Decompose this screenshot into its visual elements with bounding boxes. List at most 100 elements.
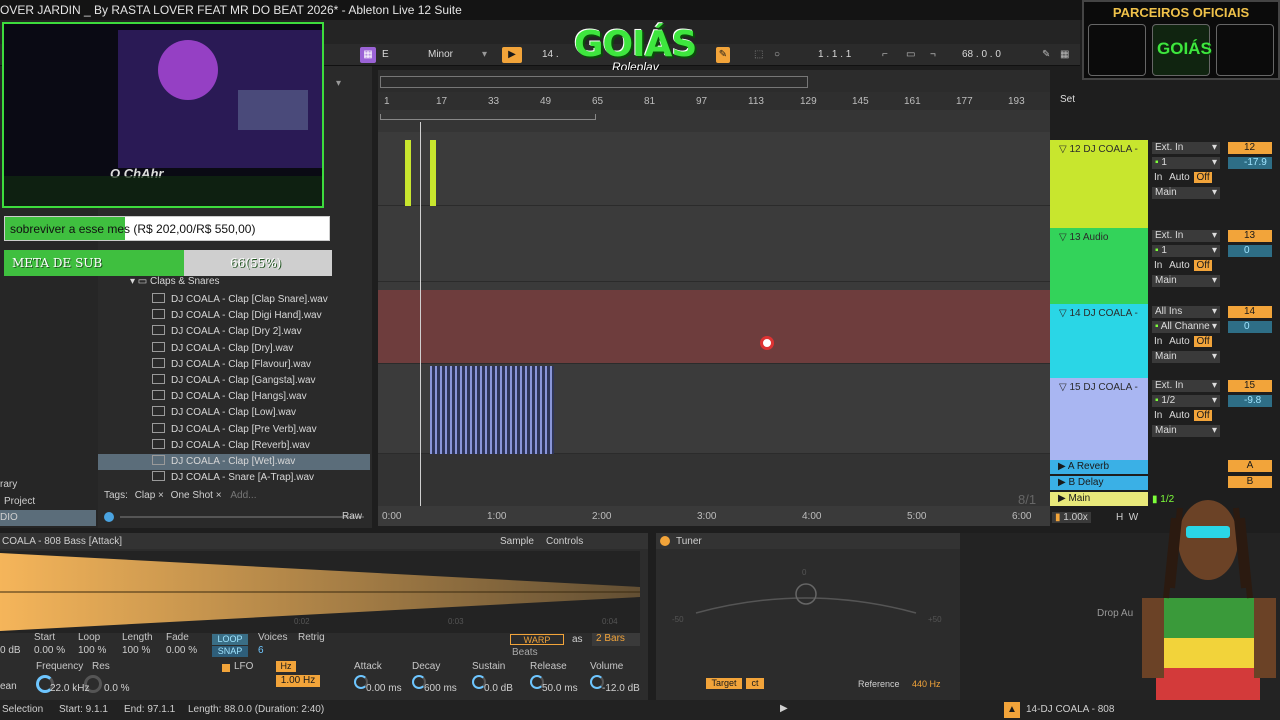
monitor-icon[interactable]: ▭ — [906, 47, 915, 63]
main-track[interactable]: ▶ Main — [1050, 492, 1148, 506]
param-value[interactable]: 0.00 % — [34, 645, 65, 656]
param-value[interactable]: 100 % — [122, 645, 150, 656]
loop-toggle[interactable]: LOOP — [212, 634, 248, 645]
track-header[interactable]: ▽ 14 DJ COALA - — [1050, 304, 1148, 378]
warp-toggle[interactable]: WARP — [510, 634, 564, 645]
loop-icon[interactable]: ⬚ — [754, 47, 763, 63]
preview-icon[interactable] — [104, 512, 114, 522]
monitor-off[interactable]: Off — [1194, 410, 1212, 421]
monitor-auto[interactable]: Auto — [1169, 336, 1190, 347]
overview-bar[interactable] — [378, 70, 1050, 92]
track-fold-icon[interactable]: ▽ — [1059, 144, 1067, 155]
input-channel-select[interactable]: ▪ 1/2 ▾ — [1152, 395, 1220, 407]
track-volume[interactable]: 0 — [1228, 245, 1272, 257]
monitor-off[interactable]: Off — [1194, 336, 1212, 347]
lane-12[interactable] — [378, 132, 1050, 206]
tag-clap[interactable]: Clap — [135, 490, 156, 501]
track-volume[interactable]: 0 — [1228, 321, 1272, 333]
beat-ruler[interactable] — [378, 92, 1050, 110]
track-fold-icon[interactable]: ▽ — [1059, 308, 1067, 319]
file-list-item[interactable]: DJ COALA - Clap [Clap Snare].wav — [152, 292, 368, 308]
file-list-item[interactable]: DJ COALA - Clap [Dry 2].wav — [152, 324, 368, 340]
track-header[interactable]: ▽ 12 DJ COALA - — [1050, 140, 1148, 228]
arrangement-position[interactable]: 1 . 1 . 1 — [818, 47, 851, 63]
pencil-icon[interactable]: ✎ — [1042, 47, 1050, 63]
grid-icon[interactable]: ▦ — [1060, 47, 1069, 63]
preview-scrubber[interactable] — [120, 516, 364, 518]
overview-window[interactable] — [380, 76, 808, 88]
tab-sample[interactable]: Sample — [500, 536, 534, 547]
param-value[interactable]: 0 dB — [0, 645, 21, 656]
tuner-power-icon[interactable] — [660, 536, 670, 546]
tuner-ct-button[interactable]: ct — [746, 678, 764, 689]
arrangement-view[interactable]: 1 17 33 49 65 81 97 113 129 145 161 177 193 Set 8/1 … — [378, 92, 1075, 526]
monitor-auto[interactable]: Auto — [1169, 410, 1190, 421]
sidebar-item-audio[interactable]: DIO — [0, 510, 96, 526]
lane-14[interactable] — [378, 290, 1050, 364]
empty-lanes[interactable] — [378, 454, 1050, 506]
tab-controls[interactable]: Controls — [546, 536, 583, 547]
input-type-select[interactable]: Ext. In ▾ — [1152, 230, 1220, 242]
punch-in-icon[interactable]: ⌐ — [882, 47, 888, 63]
input-channel-select[interactable]: ▪ All Channe ▾ — [1152, 321, 1220, 333]
file-list-item[interactable]: DJ COALA - Clap [Low].wav — [152, 405, 368, 421]
tag-one-shot[interactable]: One Shot — [171, 490, 213, 501]
file-list-item[interactable]: DJ COALA - Clap [Reverb].wav — [152, 438, 368, 454]
track-volume[interactable]: -17.9 — [1228, 157, 1272, 169]
lfo-unit[interactable]: Hz — [276, 661, 296, 672]
filter-mode[interactable]: ean — [0, 681, 17, 692]
return-track-a[interactable]: ▶ A Reverb — [1050, 460, 1148, 474]
snap-toggle[interactable]: SNAP — [212, 646, 248, 657]
key-select[interactable]: E — [382, 47, 389, 63]
file-list-item[interactable]: DJ COALA - Clap [Wet].wav — [98, 454, 370, 470]
track-number[interactable]: 12 — [1228, 142, 1272, 154]
monitor-in[interactable]: In — [1154, 336, 1162, 347]
file-list-item[interactable]: DJ COALA - Clap [Pre Verb].wav — [152, 422, 368, 438]
sidebar-item-library[interactable]: rary — [0, 479, 17, 490]
input-channel-select[interactable]: ▪ 1 ▾ — [1152, 157, 1220, 169]
chevron-down-icon[interactable]: ▾ — [336, 78, 341, 89]
monitor-in[interactable]: In — [1154, 172, 1162, 183]
output-select[interactable]: Main ▾ — [1152, 425, 1220, 437]
raw-button[interactable]: Raw — [342, 511, 362, 522]
return-track-b[interactable]: ▶ B Delay — [1050, 476, 1148, 490]
clip[interactable] — [405, 140, 411, 206]
draw-mode-button[interactable]: ✎ — [716, 47, 730, 63]
scale-mode-button[interactable]: ▦ — [360, 47, 376, 63]
input-type-select[interactable]: Ext. In ▾ — [1152, 142, 1220, 154]
file-list-item[interactable]: DJ COALA - Clap [Flavour].wav — [152, 357, 368, 373]
param-value[interactable]: 0.00 % — [166, 645, 197, 656]
track-number[interactable]: 14 — [1228, 306, 1272, 318]
scale-select[interactable]: Minor — [428, 47, 453, 63]
monitor-off[interactable]: Off — [1194, 260, 1212, 271]
follow-button[interactable]: ▶ — [502, 47, 522, 63]
monitor-off[interactable]: Off — [1194, 172, 1212, 183]
add-tag[interactable]: Add... — [230, 490, 256, 501]
output-select[interactable]: Main ▾ — [1152, 351, 1220, 363]
monitor-in[interactable]: In — [1154, 260, 1162, 271]
param-value[interactable]: 6 — [258, 645, 264, 656]
hw-buttons[interactable]: H W — [1116, 512, 1138, 523]
loop-brace-lane[interactable] — [378, 110, 1050, 132]
file-list-item[interactable]: DJ COALA - Clap [Digi Hand].wav — [152, 308, 368, 324]
tuner-target-button[interactable]: Target — [706, 678, 742, 689]
track-header[interactable]: ▽ 13 Audio — [1050, 228, 1148, 304]
lane-13[interactable] — [378, 206, 1050, 282]
lane-15[interactable] — [378, 364, 1050, 454]
file-list-item[interactable]: DJ COALA - Clap [Hangs].wav — [152, 389, 368, 405]
zoom-value[interactable]: ▮ 1.00x — [1052, 512, 1091, 523]
monitor-in[interactable]: In — [1154, 410, 1162, 421]
warp-mode[interactable]: Beats — [512, 647, 538, 658]
loop-length[interactable]: 68 . 0 . 0 — [962, 47, 1001, 63]
waveform-display[interactable] — [0, 551, 640, 633]
param-value[interactable]: 100 % — [78, 645, 106, 656]
track-number[interactable]: 15 — [1228, 380, 1272, 392]
monitor-auto[interactable]: Auto — [1169, 260, 1190, 271]
audio-clip[interactable] — [430, 366, 554, 454]
sidebar-item-project[interactable]: Project — [4, 496, 35, 507]
monitor-auto[interactable]: Auto — [1169, 172, 1190, 183]
punch-out-icon[interactable]: ¬ — [930, 47, 936, 63]
bar-counter[interactable]: 14 . — [542, 47, 559, 63]
clip[interactable] — [430, 140, 436, 206]
reference-value[interactable]: 440 Hz — [912, 679, 941, 689]
